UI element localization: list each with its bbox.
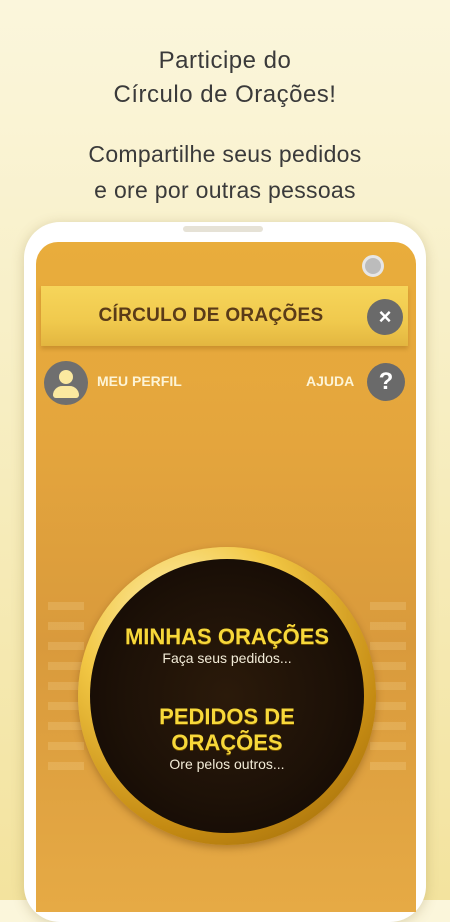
phone-speaker [183,226,263,232]
my-prayers-title: MINHAS ORAÇÕES [124,624,330,649]
promo-headline: Participe do Círculo de Orações! [0,44,450,112]
prayer-requests-subtitle: Ore pelos outros... [169,756,285,772]
header-bar: CÍRCULO DE ORAÇÕES [41,286,408,346]
prayer-requests-title-line1: PEDIDOS DE [159,704,295,729]
promo-line-1: Participe do [158,47,292,74]
profile-avatar-button[interactable] [44,361,88,405]
my-prayers-subtitle: Faça seus pedidos... [162,650,292,666]
promo-line-3: Compartilhe seus pedidos [88,141,362,167]
settings-dot-icon[interactable] [362,255,384,277]
close-icon[interactable]: × [367,299,403,335]
menu-disc [90,559,364,833]
page-title: CÍRCULO DE ORAÇÕES [98,305,324,326]
app-screen: CÍRCULO DE ORAÇÕES × MEU PERFIL AJUDA ? … [36,242,416,912]
promo-subheadline: Compartilhe seus pedidos e ore por outra… [0,136,450,208]
my-prayers-button[interactable]: MINHAS ORAÇÕES Faça seus pedidos... [90,624,364,666]
prayer-requests-button[interactable]: PEDIDOS DE ORAÇÕES Ore pelos outros... [90,704,364,772]
help-link[interactable]: AJUDA [306,373,354,389]
promo-line-4: e ore por outras pessoas [94,177,356,203]
help-icon[interactable]: ? [367,363,405,401]
user-avatar-body [53,386,79,398]
promo-line-2: Círculo de Orações! [113,81,337,108]
profile-link[interactable]: MEU PERFIL [97,373,182,389]
user-avatar-icon [59,370,73,384]
prayer-requests-title-line2: ORAÇÕES [171,730,283,755]
